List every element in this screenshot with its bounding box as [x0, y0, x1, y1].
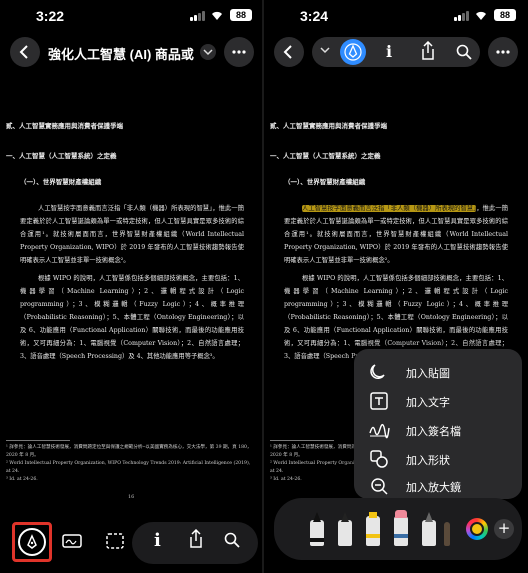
sticker-icon — [370, 364, 385, 380]
magnifier-icon — [371, 478, 388, 495]
title-menu-button[interactable] — [200, 44, 216, 60]
info-button[interactable]: i — [154, 530, 161, 551]
footnote-2: ² World Intellectual Property Organizati… — [6, 461, 251, 474]
add-annotation-menu: 加入貼圖 加入文字 加入簽名檔 加入形狀 加入放大鏡 — [354, 349, 522, 499]
ellipsis-icon — [232, 50, 246, 54]
status-bar: 3:24 88 — [264, 8, 528, 28]
status-bar: 3:22 88 — [0, 8, 264, 28]
status-time: 3:22 — [36, 8, 65, 24]
markup-pen-icon — [27, 534, 37, 549]
menu-item-add-shape[interactable]: 加入形狀 — [354, 444, 522, 474]
footnote-divider — [6, 440, 70, 441]
page-number: 16 — [128, 494, 135, 500]
add-button[interactable]: + — [494, 519, 514, 539]
signature-icon — [369, 424, 390, 439]
section-heading: 貳、人工智慧實務應用與消費者保護爭端 — [6, 122, 123, 130]
status-time: 3:24 — [300, 8, 329, 24]
menu-item-label: 加入貼圖 — [406, 367, 450, 380]
eraser-tool[interactable] — [394, 510, 408, 546]
bottom-toolbar: i — [0, 514, 264, 564]
paragraph-1-rest: ，惟此一簡要定義於於人工智慧誕論頗為單一或特定技術，但人工智慧具實是眾多技術的綜… — [284, 205, 508, 264]
more-button[interactable] — [488, 37, 518, 67]
markup-pen-icon — [344, 43, 362, 61]
markup-tool-tray: + — [274, 498, 522, 560]
chevron-down-icon — [203, 49, 213, 56]
search-icon[interactable] — [224, 532, 240, 548]
footnote-3: ³ Id. at 24-26. — [6, 477, 38, 482]
header-toolbar — [312, 37, 480, 67]
chevron-down-icon[interactable] — [320, 46, 330, 54]
paragraph-1-lead: 人工智慧按字面意義而言泛指「非人類（機器）所表現的智慧」 — [38, 205, 213, 212]
battery-icon: 88 — [230, 9, 252, 21]
markup-button[interactable] — [18, 528, 46, 556]
highlighted-text[interactable]: 人工智慧按字面意義而言泛指「非人類（機器）所表現的智慧」 — [302, 205, 477, 212]
color-picker[interactable] — [466, 518, 488, 540]
section-heading: 貳、人工智慧實務應用與消費者保護爭端 — [270, 122, 387, 130]
text-box-icon — [370, 392, 388, 410]
phone-screen-right: 3:24 88 i 貳、人工智慧實務應用與消費者保護爭端 一、人工智慧（人工智慧… — [264, 0, 528, 573]
paragraph-2: 根據 WIPO 的說明，人工智慧係包括多個細部技術概念，主要包括：1、機器學習（… — [20, 272, 244, 363]
menu-item-label: 加入放大鏡 — [406, 481, 461, 494]
wifi-icon — [212, 11, 222, 20]
cellular-signal-icon — [454, 11, 470, 21]
pencil-tool[interactable] — [422, 512, 436, 546]
subsection-heading: 一、人工智慧（人工智慧系統）之定義 — [270, 152, 381, 160]
battery-icon: 88 — [494, 9, 516, 21]
footnotes: ¹ 詳參見：論人工智慧技術發展，消費問題定位至與保護之規範分析─以美國實務為核心… — [6, 444, 252, 484]
menu-item-label: 加入形狀 — [406, 454, 450, 467]
footnote-divider — [270, 440, 334, 441]
menu-item-add-magnifier[interactable]: 加入放大鏡 — [354, 471, 522, 501]
pen-tool[interactable] — [310, 512, 324, 546]
signature-tool-icon[interactable] — [62, 534, 82, 548]
highlighter-tool[interactable] — [366, 512, 380, 546]
subsubsection-heading: （一）、世界智慧財產權組織 — [20, 178, 102, 186]
menu-item-label: 加入文字 — [406, 396, 450, 409]
wifi-icon — [476, 11, 486, 20]
back-button[interactable] — [10, 37, 40, 67]
paragraph-2-text: 根據 WIPO 的說明，人工智慧係包括多個細部技術概念，主要包括：1、機器學習（… — [20, 275, 244, 360]
paragraph-1: 人工智慧按字面意義而言泛指「非人類（機器）所表現的智慧」，惟此一簡要定義於於人工… — [284, 202, 508, 267]
share-icon[interactable] — [188, 529, 204, 549]
footnote-1: ¹ 詳參見：論人工智慧技術發展，消費問題定位至與保護之規範分析─以美國實務為核心… — [6, 445, 252, 458]
menu-item-add-text[interactable]: 加入文字 — [354, 386, 522, 416]
phone-screen-left: 3:22 88 強化人工智慧 (AI) 商品或… 貳、人工智慧實務應用與消費者保… — [0, 0, 264, 573]
info-button[interactable]: i — [386, 42, 392, 61]
chevron-left-icon — [19, 45, 28, 59]
ellipsis-icon — [496, 50, 510, 54]
back-button[interactable] — [274, 37, 304, 67]
selection-tool-icon[interactable] — [106, 533, 124, 549]
search-icon[interactable] — [456, 44, 472, 60]
menu-item-add-sticker[interactable]: 加入貼圖 — [354, 357, 522, 387]
markup-button-active[interactable] — [340, 39, 366, 65]
document-page: 貳、人工智慧實務應用與消費者保護爭端 一、人工智慧（人工智慧系統）之定義 （一）… — [0, 104, 264, 504]
share-icon[interactable] — [420, 41, 436, 61]
cellular-signal-icon — [190, 11, 206, 21]
menu-item-add-signature[interactable]: 加入簽名檔 — [354, 415, 522, 445]
subsubsection-heading: （一）、世界智慧財產權組織 — [284, 178, 366, 186]
paragraph-1: 人工智慧按字面意義而言泛指「非人類（機器）所表現的智慧」，惟此一簡要定義於於人工… — [20, 202, 244, 267]
paragraph-1-rest: ，惟此一簡要定義於於人工智慧誕論頗為單一或特定技術，但人工智慧具實是眾多技術的綜… — [20, 205, 244, 264]
menu-item-label: 加入簽名檔 — [406, 425, 461, 438]
subsection-heading: 一、人工智慧（人工智慧系統）之定義 — [6, 152, 117, 160]
lasso-tool[interactable] — [444, 522, 450, 546]
marker-tool[interactable] — [338, 512, 352, 546]
more-button[interactable] — [224, 37, 254, 67]
document-title[interactable]: 強化人工智慧 (AI) 商品或… — [48, 44, 194, 63]
shapes-icon — [370, 450, 388, 468]
chevron-left-icon — [283, 45, 292, 59]
